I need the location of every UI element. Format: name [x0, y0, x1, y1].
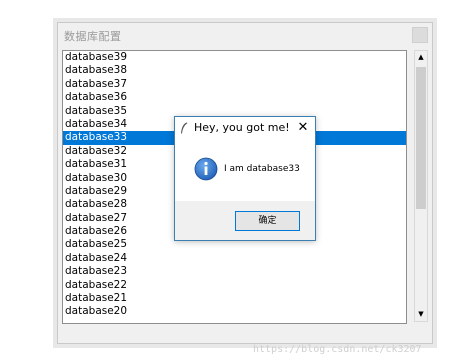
list-item[interactable]: database38 — [63, 64, 406, 77]
group-title: 数据库配置 — [64, 30, 122, 43]
ok-button[interactable]: 确定 — [235, 211, 300, 231]
watermark: https://blog.csdn.net/ck3207 — [253, 344, 422, 355]
feather-icon — [181, 122, 188, 134]
list-item[interactable]: database20 — [63, 305, 406, 318]
list-item[interactable]: database36 — [63, 91, 406, 104]
scroll-up-arrow-icon[interactable]: ▲ — [415, 51, 427, 64]
window-corner-button[interactable] — [412, 27, 428, 43]
list-item[interactable]: database37 — [63, 78, 406, 91]
list-item[interactable]: database23 — [63, 265, 406, 278]
dialog-title: Hey, you got me! — [194, 121, 290, 134]
scroll-down-arrow-icon[interactable]: ▼ — [415, 308, 427, 321]
dialog-footer: 确定 — [175, 201, 315, 240]
list-item[interactable]: database22 — [63, 279, 406, 292]
close-icon[interactable]: ✕ — [295, 120, 311, 136]
info-icon — [194, 157, 218, 181]
list-item[interactable]: database21 — [63, 292, 406, 305]
scroll-thumb[interactable] — [416, 67, 426, 209]
dialog-message: I am database33 — [224, 164, 300, 174]
message-dialog: Hey, you got me! ✕ I am database33 确定 — [174, 116, 316, 241]
window-bottom-bar — [58, 326, 432, 343]
list-item[interactable]: database39 — [63, 51, 406, 64]
dialog-titlebar: Hey, you got me! ✕ — [175, 117, 315, 139]
list-item[interactable]: database24 — [63, 252, 406, 265]
vertical-scrollbar[interactable]: ▲ ▼ — [414, 50, 428, 322]
